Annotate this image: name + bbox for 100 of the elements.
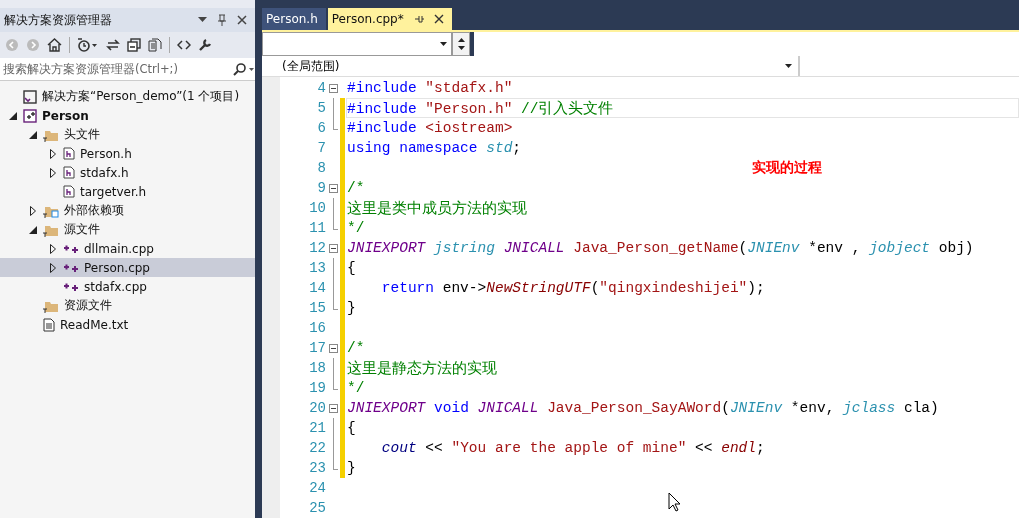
code-line: } bbox=[347, 300, 356, 316]
code-line: cout << "You are the apple of mine" << endl; bbox=[380, 440, 765, 456]
collapse-icon[interactable] bbox=[328, 83, 338, 93]
navigation-field[interactable] bbox=[474, 32, 1019, 56]
mouse-cursor-icon bbox=[668, 492, 681, 512]
collapse-icon[interactable] bbox=[328, 403, 338, 413]
code-line: JNIEXPORT void JNICALL Java_Person_SayAWord(JNIEnv *env, jclass cla) bbox=[347, 400, 939, 416]
code-line: #include <iostream> bbox=[347, 120, 513, 136]
line-number: 5 bbox=[316, 100, 326, 116]
tree-item[interactable]: 外部依赖项 bbox=[0, 201, 255, 220]
code-line: 这里是静态方法的实现 bbox=[347, 359, 497, 378]
document-tab[interactable]: Person.h bbox=[262, 8, 326, 30]
collapse-all-icon[interactable] bbox=[127, 38, 141, 52]
code-icon[interactable] bbox=[177, 39, 191, 51]
line-number: 12 bbox=[308, 240, 326, 256]
search-field[interactable]: 搜索解决方案资源管理器(Ctrl+;) bbox=[0, 58, 255, 81]
cpp-file-icon bbox=[63, 281, 79, 292]
line-number: 16 bbox=[308, 320, 326, 336]
collapsed-icon[interactable] bbox=[50, 148, 56, 159]
wrench-icon[interactable] bbox=[198, 38, 212, 52]
tree-item[interactable]: Person.cpp bbox=[0, 258, 255, 277]
line-number: 4 bbox=[316, 80, 326, 96]
line-number: 23 bbox=[308, 460, 326, 476]
pin-icon[interactable] bbox=[217, 14, 227, 26]
home-icon[interactable] bbox=[47, 38, 62, 52]
cpp-file-icon bbox=[63, 243, 79, 254]
tree-item[interactable]: Person bbox=[0, 106, 255, 125]
annotation: 实现的过程 bbox=[752, 159, 822, 177]
line-number: 18 bbox=[308, 360, 326, 376]
code-line: return env->NewStringUTF("qingxindeshijei"); bbox=[380, 280, 765, 296]
line-number: 22 bbox=[308, 440, 326, 456]
header-file-icon bbox=[63, 147, 75, 160]
expanded-icon[interactable] bbox=[9, 111, 17, 120]
search-icon[interactable] bbox=[233, 62, 255, 76]
pin-icon[interactable] bbox=[413, 14, 424, 24]
collapsed-icon[interactable] bbox=[50, 167, 56, 178]
tree-item[interactable]: dllmain.cpp bbox=[0, 239, 255, 258]
tree-item[interactable]: stdafx.h bbox=[0, 163, 255, 182]
code-line: 这里是类中成员方法的实现 bbox=[347, 199, 527, 218]
tree-item[interactable]: 头文件 bbox=[0, 125, 255, 144]
line-number: 7 bbox=[316, 140, 326, 156]
code-line: { bbox=[347, 420, 356, 436]
spin-buttons[interactable] bbox=[452, 32, 470, 56]
solution-icon bbox=[23, 89, 37, 104]
line-number: 10 bbox=[308, 200, 326, 216]
caret-icon bbox=[785, 64, 792, 68]
tree-item[interactable]: 资源文件 bbox=[0, 296, 255, 315]
line-number: 25 bbox=[308, 500, 326, 516]
panel-title: 解决方案资源管理器 bbox=[4, 11, 112, 29]
collapse-icon[interactable] bbox=[328, 243, 338, 253]
collapsed-icon[interactable] bbox=[50, 262, 56, 273]
line-number: 13 bbox=[308, 260, 326, 276]
project-icon bbox=[23, 108, 37, 123]
tree-item[interactable]: ReadMe.txt bbox=[0, 315, 255, 334]
code-line: #include "Person.h" //引入头文件 bbox=[347, 99, 614, 118]
line-number: 17 bbox=[308, 340, 326, 356]
line-number: 11 bbox=[308, 220, 326, 236]
scope-dropdown[interactable]: (全局范围) bbox=[262, 56, 800, 76]
tree-item[interactable]: targetver.h bbox=[0, 182, 255, 201]
code-line: } bbox=[347, 460, 356, 476]
tree-item[interactable]: stdafx.cpp bbox=[0, 277, 255, 296]
text-file-icon bbox=[43, 317, 55, 332]
line-number: 14 bbox=[308, 280, 326, 296]
code-line: using namespace std; bbox=[347, 140, 522, 156]
collapsed-icon[interactable] bbox=[50, 243, 56, 254]
line-number: 8 bbox=[316, 160, 326, 176]
line-number: 15 bbox=[308, 300, 326, 316]
expanded-icon[interactable] bbox=[29, 225, 37, 234]
header-file-icon bbox=[63, 185, 75, 198]
code-line: /* bbox=[347, 180, 365, 196]
close-icon[interactable] bbox=[237, 15, 247, 25]
dropdown-icon[interactable] bbox=[198, 17, 207, 23]
expanded-icon[interactable] bbox=[29, 130, 37, 139]
code-line: JNIEXPORT jstring JNICALL Java_Person_getName(JNIEnv *env , jobject obj) bbox=[347, 240, 974, 256]
code-line: /* bbox=[347, 340, 365, 356]
line-number: 21 bbox=[308, 420, 326, 436]
line-number: 19 bbox=[308, 380, 326, 396]
caret-icon bbox=[440, 42, 447, 46]
line-number: 6 bbox=[316, 120, 326, 136]
cpp-file-icon bbox=[63, 262, 79, 273]
collapse-icon[interactable] bbox=[328, 343, 338, 353]
line-number: 20 bbox=[308, 400, 326, 416]
history-icon[interactable] bbox=[77, 38, 99, 52]
collapsed-icon[interactable] bbox=[30, 205, 36, 216]
document-tab[interactable]: Person.cpp* bbox=[327, 8, 452, 30]
header-file-icon bbox=[63, 166, 75, 179]
code-line: */ bbox=[347, 220, 365, 236]
collapse-icon[interactable] bbox=[328, 183, 338, 193]
tree-item[interactable]: 源文件 bbox=[0, 220, 255, 239]
pages-icon[interactable] bbox=[148, 38, 162, 52]
up-down-icon bbox=[456, 36, 466, 52]
tree-item[interactable]: Person.h bbox=[0, 144, 255, 163]
close-icon[interactable] bbox=[433, 14, 444, 24]
tree-item[interactable]: 解决方案“Person_demo”(1 个项目) bbox=[0, 87, 255, 106]
code-line: */ bbox=[347, 380, 365, 396]
line-number: 9 bbox=[316, 180, 326, 196]
code-line: #include "stdafx.h" bbox=[347, 80, 513, 96]
line-number: 24 bbox=[308, 480, 326, 496]
sync-icon[interactable] bbox=[106, 38, 120, 52]
code-line: { bbox=[347, 260, 356, 276]
